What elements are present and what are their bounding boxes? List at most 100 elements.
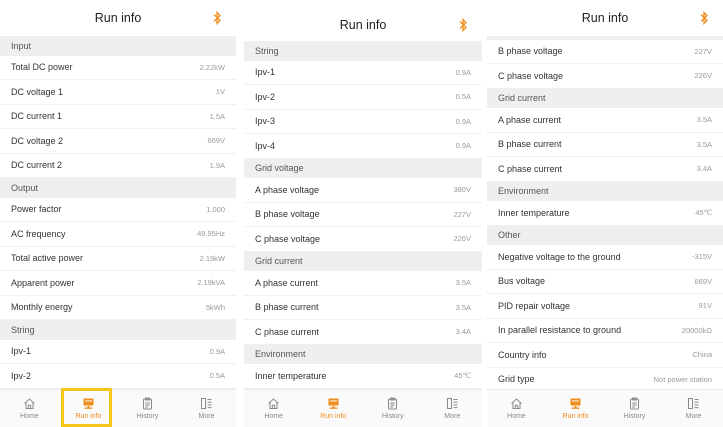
section-header: Other bbox=[487, 225, 723, 245]
section-header-label: Input bbox=[11, 40, 32, 51]
info-value: -315V bbox=[691, 252, 712, 262]
info-value: 3.5A bbox=[696, 139, 712, 149]
run-info-list[interactable]: Grid voltageB phase voltage227VC phase v… bbox=[487, 36, 723, 389]
info-row: C phase current 3.4A bbox=[244, 320, 482, 345]
info-row: In parallel resistance to ground 20000kΩ bbox=[487, 319, 723, 343]
bluetooth-icon[interactable] bbox=[458, 18, 468, 32]
section-header-label: Other bbox=[498, 230, 521, 241]
history-icon bbox=[630, 397, 639, 410]
info-value: 3.4A bbox=[455, 327, 471, 337]
info-value: 227V bbox=[453, 209, 471, 219]
info-value: 0.9A bbox=[455, 116, 471, 126]
info-value: 1.5A bbox=[209, 111, 225, 121]
section-header: Environment bbox=[487, 181, 723, 201]
tab-more[interactable]: More bbox=[664, 390, 723, 427]
info-label: C phase current bbox=[255, 326, 320, 337]
bluetooth-icon[interactable] bbox=[212, 11, 222, 25]
section-header-label: Output bbox=[11, 182, 39, 193]
section-header-label: Grid current bbox=[498, 93, 546, 104]
history-icon bbox=[388, 397, 398, 410]
info-value: 2.19kVA bbox=[197, 278, 225, 288]
info-row: Country info China bbox=[487, 343, 723, 368]
info-value: 45℃ bbox=[695, 208, 712, 218]
info-label: DC voltage 2 bbox=[11, 135, 64, 146]
info-value: 669V bbox=[694, 276, 712, 286]
tab-label: Run info bbox=[562, 413, 589, 420]
run-info-list[interactable]: String Ipv-1 0.9A Ipv-2 0.5A Ipv-3 0.9A Ipv-4 0.… bbox=[244, 41, 482, 389]
info-value: 1.9A bbox=[209, 160, 225, 170]
home-icon bbox=[511, 398, 522, 409]
tab-label: History bbox=[623, 413, 646, 420]
bluetooth-icon[interactable] bbox=[699, 11, 709, 25]
info-label: B phase current bbox=[255, 302, 319, 313]
info-label: A phase current bbox=[498, 114, 562, 125]
info-row: Total active power 2.19kW bbox=[0, 247, 236, 271]
tab-history[interactable]: History bbox=[118, 390, 177, 427]
info-value: 1V bbox=[215, 87, 225, 97]
info-row: C phase voltage 226V bbox=[487, 64, 723, 89]
tab-history[interactable]: History bbox=[363, 390, 423, 427]
tab-bar: Home Run info History More bbox=[0, 389, 236, 427]
info-row: B phase current 3.5A bbox=[487, 133, 723, 157]
info-label: Power factor bbox=[11, 204, 62, 215]
tab-label: More bbox=[685, 413, 702, 420]
info-row: Apparent power 2.19kVA bbox=[0, 271, 236, 296]
tab-more[interactable]: More bbox=[423, 390, 483, 427]
info-value: 3.5A bbox=[455, 302, 471, 312]
section-header: Grid current bbox=[487, 88, 723, 108]
info-label: Inner temperature bbox=[255, 370, 327, 381]
info-value: 0.9A bbox=[209, 346, 225, 356]
info-value: 3.5A bbox=[455, 278, 471, 288]
info-row: Inner temperature 45℃ bbox=[244, 364, 482, 389]
info-label: A phase current bbox=[255, 277, 319, 288]
run-info-icon bbox=[328, 398, 339, 409]
info-row: PID repair voltage 91V bbox=[487, 294, 723, 319]
info-row: Ipv-2 0.5A bbox=[244, 85, 482, 110]
info-label: C phase voltage bbox=[255, 233, 321, 244]
info-value: 226V bbox=[694, 71, 712, 81]
info-label: Monthly energy bbox=[11, 302, 73, 313]
info-value: 3.4A bbox=[696, 164, 712, 174]
tab-label: Home bbox=[264, 413, 284, 420]
tab-label: Home bbox=[507, 413, 526, 420]
info-row: DC voltage 2 669V bbox=[0, 129, 236, 154]
info-value: 20000kΩ bbox=[681, 325, 712, 335]
info-label: DC current 1 bbox=[11, 111, 63, 122]
section-header: Input bbox=[0, 36, 236, 56]
section-header-label: Grid current bbox=[255, 256, 303, 267]
info-value: 45℃ bbox=[454, 371, 471, 381]
tab-more[interactable]: More bbox=[177, 390, 236, 427]
tab-home[interactable]: Home bbox=[487, 390, 546, 427]
section-header: String bbox=[0, 320, 236, 340]
title-bar: Run info bbox=[0, 0, 236, 36]
info-label: C phase voltage bbox=[498, 70, 564, 81]
info-row: Monthly energy 5kWh bbox=[0, 296, 236, 320]
tab-home[interactable]: Home bbox=[0, 390, 59, 427]
home-icon bbox=[268, 398, 280, 409]
tab-run-info[interactable]: Run info bbox=[304, 390, 364, 427]
tab-run-info[interactable]: Run info bbox=[59, 390, 118, 427]
info-row: Total DC power 2.22kW bbox=[0, 56, 236, 80]
section-header-label: Grid voltage bbox=[255, 163, 304, 174]
info-row: A phase voltage 380V bbox=[244, 178, 482, 203]
tab-run-info[interactable]: Run info bbox=[546, 390, 605, 427]
info-row: DC current 2 1.9A bbox=[0, 154, 236, 178]
tab-label: Run info bbox=[75, 413, 102, 420]
info-row: Ipv-3 0.9A bbox=[244, 110, 482, 134]
info-row: Ipv-2 0.5A bbox=[0, 364, 236, 389]
info-label: Ipv-3 bbox=[255, 116, 276, 127]
run-info-list[interactable]: Input Total DC power 2.22kW DC voltage 1 1V D… bbox=[0, 36, 236, 389]
screen-2: Run info String Ipv-1 0.9A Ipv-2 0.5A Ipv-3 0.… bbox=[244, 9, 482, 427]
info-label: B phase voltage bbox=[498, 46, 563, 57]
info-row: C phase current 3.4A bbox=[487, 157, 723, 182]
info-value: 0.5A bbox=[209, 371, 225, 381]
tab-home[interactable]: Home bbox=[244, 390, 304, 427]
history-icon bbox=[143, 397, 152, 410]
info-row: Ipv-1 0.9A bbox=[0, 340, 236, 364]
more-icon bbox=[201, 398, 212, 409]
info-value: 0.5A bbox=[455, 92, 471, 102]
tab-history[interactable]: History bbox=[605, 390, 664, 427]
section-header: Environment bbox=[244, 344, 482, 364]
info-label: Ipv-2 bbox=[11, 370, 32, 381]
info-label: Negative voltage to the ground bbox=[498, 251, 621, 262]
